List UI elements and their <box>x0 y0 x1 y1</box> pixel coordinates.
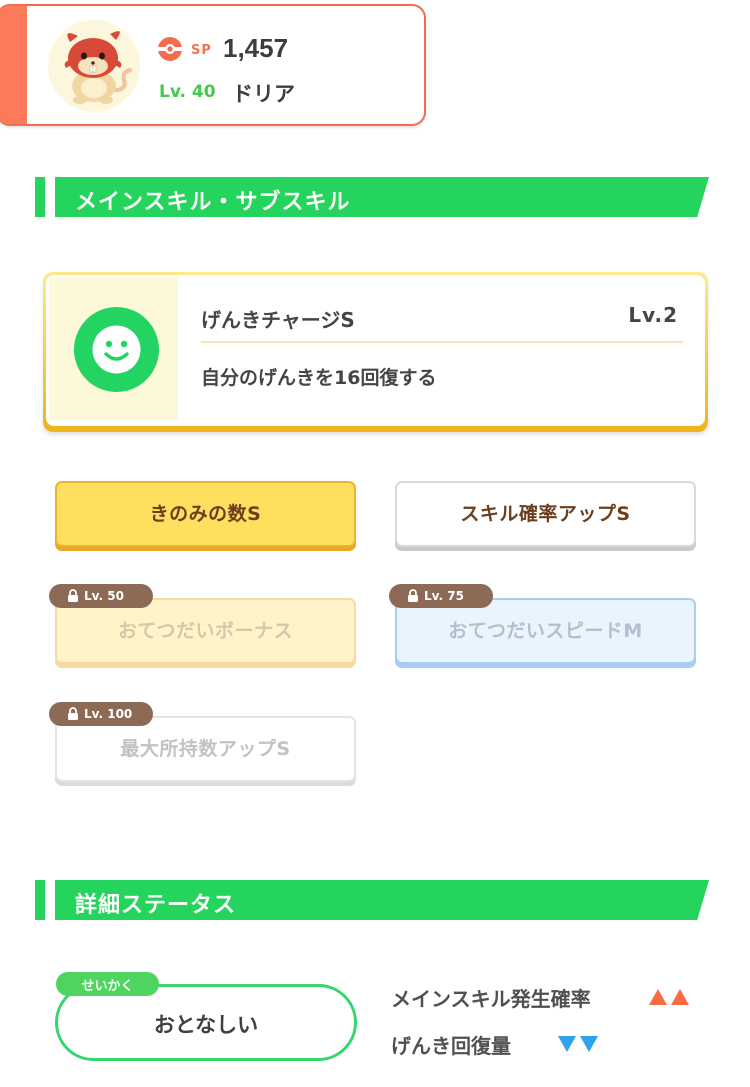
unlock-level-text: Lv. 75 <box>424 589 464 603</box>
main-skill-card[interactable]: げんきチャージS Lv.2 自分のげんきを16回復する <box>43 272 708 432</box>
unlock-level-badge: Lv. 50 <box>49 584 153 608</box>
pokemon-level: Lv. 40 <box>159 82 216 102</box>
lock-icon <box>68 707 78 720</box>
sub-skill-label: おてつだいボーナス <box>117 619 294 642</box>
section-title: メインスキル・サブスキル <box>75 190 351 215</box>
main-skill-level: Lv.2 <box>628 303 678 327</box>
up-arrows-icon <box>648 988 690 1006</box>
sub-skill-label: きのみの数S <box>149 502 262 525</box>
sp-value: 1,457 <box>223 33 289 63</box>
main-skill-name: げんきチャージS <box>201 308 355 332</box>
section-title: 詳細ステータス <box>75 893 237 918</box>
sub-skill-label: スキル確率アップS <box>460 502 631 525</box>
sub-skill-label: おてつだいスピードM <box>448 619 643 642</box>
nature-value: おとなしい <box>153 1013 259 1037</box>
nature-tag: せいかく <box>56 972 159 996</box>
unlock-level-badge: Lv. 100 <box>49 702 153 726</box>
sp-label: SP <box>191 43 212 58</box>
pokemon-profile-card[interactable]: SP 1,457 Lv. 40 ドリア <box>0 4 426 126</box>
sub-skill-button[interactable]: きのみの数S <box>55 481 356 547</box>
header-tick <box>35 880 45 920</box>
smiley-face-icon <box>74 307 159 392</box>
profile-accent-stripe <box>0 6 27 124</box>
pokemon-name: ドリア <box>232 82 295 106</box>
nature-effect-up-label: メインスキル発生確率 <box>391 987 591 1011</box>
lock-icon <box>68 589 78 602</box>
down-arrows-icon <box>557 1035 599 1053</box>
skill-divider <box>201 341 683 343</box>
lock-icon <box>408 589 418 602</box>
sub-skill-button[interactable]: スキル確率アップS <box>395 481 696 547</box>
main-skill-description: 自分のげんきを16回復する <box>201 367 437 389</box>
header-tick <box>35 177 45 217</box>
status-section-header: 詳細ステータス <box>35 880 715 920</box>
skills-section-header: メインスキル・サブスキル <box>35 177 715 217</box>
pokemon-avatar <box>48 20 140 112</box>
unlock-level-text: Lv. 100 <box>84 707 133 721</box>
nature-effect-down-label: げんき回復量 <box>391 1034 511 1058</box>
skill-icon-area <box>49 278 178 420</box>
unlock-level-badge: Lv. 75 <box>389 584 493 608</box>
unlock-level-text: Lv. 50 <box>84 589 124 603</box>
sp-icon <box>158 37 182 61</box>
sub-skill-label: 最大所持数アップS <box>120 737 291 760</box>
